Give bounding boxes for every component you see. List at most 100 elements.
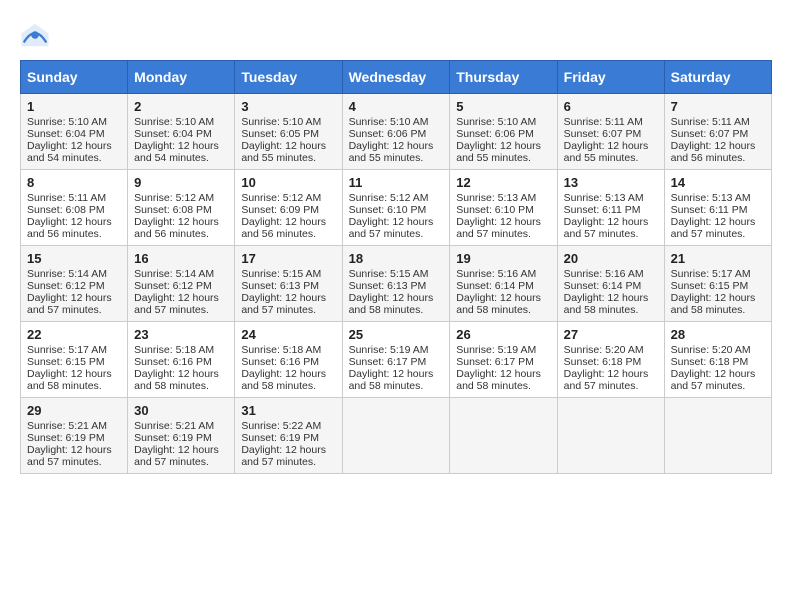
calendar-cell: 2Sunrise: 5:10 AMSunset: 6:04 PMDaylight… (128, 94, 235, 170)
calendar-cell: 20Sunrise: 5:16 AMSunset: 6:14 PMDayligh… (557, 246, 664, 322)
sunset-label: Sunset: 6:15 PM (671, 280, 749, 292)
calendar-cell: 28Sunrise: 5:20 AMSunset: 6:18 PMDayligh… (664, 322, 771, 398)
calendar-week-3: 15Sunrise: 5:14 AMSunset: 6:12 PMDayligh… (21, 246, 772, 322)
sunrise-label: Sunrise: 5:20 AM (564, 344, 644, 356)
sunset-label: Sunset: 6:08 PM (134, 204, 212, 216)
calendar-cell: 27Sunrise: 5:20 AMSunset: 6:18 PMDayligh… (557, 322, 664, 398)
daylight-label: Daylight: 12 hours and 58 minutes. (564, 292, 649, 316)
sunrise-label: Sunrise: 5:10 AM (349, 116, 429, 128)
calendar-cell: 30Sunrise: 5:21 AMSunset: 6:19 PMDayligh… (128, 398, 235, 474)
sunrise-label: Sunrise: 5:11 AM (671, 116, 750, 128)
sunset-label: Sunset: 6:16 PM (241, 356, 319, 368)
calendar-week-5: 29Sunrise: 5:21 AMSunset: 6:19 PMDayligh… (21, 398, 772, 474)
daylight-label: Daylight: 12 hours and 55 minutes. (564, 140, 649, 164)
calendar-week-1: 1Sunrise: 5:10 AMSunset: 6:04 PMDaylight… (21, 94, 772, 170)
sunset-label: Sunset: 6:04 PM (27, 128, 105, 140)
sunrise-label: Sunrise: 5:19 AM (349, 344, 429, 356)
sunrise-label: Sunrise: 5:22 AM (241, 420, 321, 432)
header (20, 20, 772, 50)
day-number: 3 (241, 99, 335, 114)
daylight-label: Daylight: 12 hours and 58 minutes. (134, 368, 219, 392)
daylight-label: Daylight: 12 hours and 57 minutes. (349, 216, 434, 240)
calendar-cell: 10Sunrise: 5:12 AMSunset: 6:09 PMDayligh… (235, 170, 342, 246)
daylight-label: Daylight: 12 hours and 57 minutes. (671, 368, 756, 392)
logo (20, 20, 54, 50)
day-number: 31 (241, 403, 335, 418)
daylight-label: Daylight: 12 hours and 54 minutes. (27, 140, 112, 164)
calendar-cell: 23 Sunrise: 5:18 AMSunset: 6:16 PMDayligh… (128, 322, 235, 398)
sunset-label: Sunset: 6:19 PM (134, 432, 212, 444)
day-number: 29 (27, 403, 121, 418)
calendar-cell: 3Sunrise: 5:10 AMSunset: 6:05 PMDaylight… (235, 94, 342, 170)
sunrise-label: Sunrise: 5:14 AM (27, 268, 107, 280)
sunrise-label: Sunrise: 5:10 AM (27, 116, 107, 128)
daylight-label: Daylight: 12 hours and 58 minutes. (456, 368, 541, 392)
daylight-label: Daylight: 12 hours and 55 minutes. (349, 140, 434, 164)
sunrise-label: Sunrise: 5:12 AM (241, 192, 321, 204)
day-number: 24 (241, 327, 335, 342)
sunset-label: Sunset: 6:06 PM (456, 128, 534, 140)
daylight-label: Daylight: 12 hours and 58 minutes. (456, 292, 541, 316)
daylight-label: Daylight: 12 hours and 56 minutes. (134, 216, 219, 240)
daylight-label: Daylight: 12 hours and 56 minutes. (241, 216, 326, 240)
daylight-label: Daylight: 12 hours and 55 minutes. (456, 140, 541, 164)
sunrise-label: Sunrise: 5:14 AM (134, 268, 214, 280)
sunrise-label: Sunrise: 5:10 AM (134, 116, 214, 128)
sunset-label: Sunset: 6:13 PM (241, 280, 319, 292)
daylight-label: Daylight: 12 hours and 56 minutes. (27, 216, 112, 240)
sunset-label: Sunset: 6:09 PM (241, 204, 319, 216)
calendar-cell: 29Sunrise: 5:21 AMSunset: 6:19 PMDayligh… (21, 398, 128, 474)
calendar-cell: 26Sunrise: 5:19 AMSunset: 6:17 PMDayligh… (450, 322, 557, 398)
sunset-label: Sunset: 6:17 PM (456, 356, 534, 368)
header-cell-wednesday: Wednesday (342, 61, 450, 94)
daylight-label: Daylight: 12 hours and 57 minutes. (134, 292, 219, 316)
sunrise-label: Sunrise: 5:13 AM (564, 192, 644, 204)
daylight-label: Daylight: 12 hours and 58 minutes. (349, 368, 434, 392)
calendar-cell: 7Sunrise: 5:11 AMSunset: 6:07 PMDaylight… (664, 94, 771, 170)
daylight-label: Daylight: 12 hours and 58 minutes. (349, 292, 434, 316)
sunrise-label: Sunrise: 5:18 AM (134, 344, 214, 356)
sunset-label: Sunset: 6:14 PM (564, 280, 642, 292)
calendar-cell: 24 Sunrise: 5:18 AMSunset: 6:16 PMDayligh… (235, 322, 342, 398)
calendar-cell: 12Sunrise: 5:13 AMSunset: 6:10 PMDayligh… (450, 170, 557, 246)
sunrise-label: Sunrise: 5:12 AM (134, 192, 214, 204)
day-number: 15 (27, 251, 121, 266)
calendar-cell (342, 398, 450, 474)
sunset-label: Sunset: 6:13 PM (349, 280, 427, 292)
day-number: 26 (456, 327, 550, 342)
sunset-label: Sunset: 6:12 PM (27, 280, 105, 292)
day-number: 5 (456, 99, 550, 114)
sunset-label: Sunset: 6:04 PM (134, 128, 212, 140)
daylight-label: Daylight: 12 hours and 57 minutes. (241, 444, 326, 468)
calendar-header: SundayMondayTuesdayWednesdayThursdayFrid… (21, 61, 772, 94)
sunset-label: Sunset: 6:16 PM (134, 356, 212, 368)
daylight-label: Daylight: 12 hours and 57 minutes. (671, 216, 756, 240)
sunset-label: Sunset: 6:19 PM (241, 432, 319, 444)
calendar-week-2: 8Sunrise: 5:11 AMSunset: 6:08 PMDaylight… (21, 170, 772, 246)
sunrise-label: Sunrise: 5:12 AM (349, 192, 429, 204)
day-number: 14 (671, 175, 765, 190)
day-number: 17 (241, 251, 335, 266)
calendar-cell: 21Sunrise: 5:17 AMSunset: 6:15 PMDayligh… (664, 246, 771, 322)
calendar-cell: 18Sunrise: 5:15 AMSunset: 6:13 PMDayligh… (342, 246, 450, 322)
daylight-label: Daylight: 12 hours and 57 minutes. (27, 444, 112, 468)
calendar-cell: 14Sunrise: 5:13 AMSunset: 6:11 PMDayligh… (664, 170, 771, 246)
day-number: 19 (456, 251, 550, 266)
day-number: 11 (349, 175, 444, 190)
calendar-cell (450, 398, 557, 474)
calendar-cell: 4Sunrise: 5:10 AMSunset: 6:06 PMDaylight… (342, 94, 450, 170)
daylight-label: Daylight: 12 hours and 58 minutes. (241, 368, 326, 392)
calendar-cell: 25Sunrise: 5:19 AMSunset: 6:17 PMDayligh… (342, 322, 450, 398)
sunrise-label: Sunrise: 5:11 AM (27, 192, 106, 204)
sunrise-label: Sunrise: 5:15 AM (241, 268, 321, 280)
sunrise-label: Sunrise: 5:13 AM (456, 192, 536, 204)
calendar-week-4: 22Sunrise: 5:17 AMSunset: 6:15 PMDayligh… (21, 322, 772, 398)
sunrise-label: Sunrise: 5:15 AM (349, 268, 429, 280)
day-number: 23 (134, 327, 228, 342)
calendar-cell: 31 Sunrise: 5:22 AMSunset: 6:19 PMDayligh… (235, 398, 342, 474)
day-number: 6 (564, 99, 658, 114)
sunrise-label: Sunrise: 5:18 AM (241, 344, 321, 356)
calendar-cell: 1Sunrise: 5:10 AMSunset: 6:04 PMDaylight… (21, 94, 128, 170)
calendar-table: SundayMondayTuesdayWednesdayThursdayFrid… (20, 60, 772, 474)
calendar-cell: 8Sunrise: 5:11 AMSunset: 6:08 PMDaylight… (21, 170, 128, 246)
